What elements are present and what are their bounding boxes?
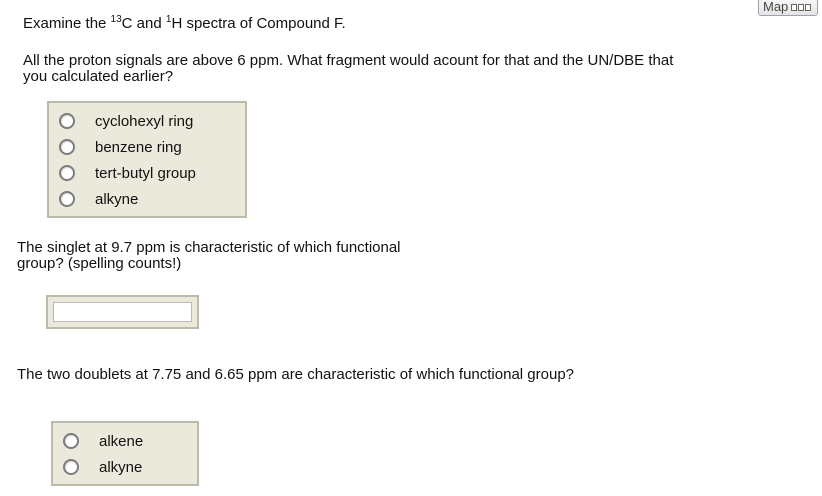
radio-button[interactable] xyxy=(59,165,75,181)
functional-group-input[interactable] xyxy=(53,302,192,322)
fragment-choices: cyclohexyl ring benzene ring tert-butyl … xyxy=(47,101,247,218)
option-label: cyclohexyl ring xyxy=(95,112,194,130)
page: Map Examine the 13C and 1H spectra of Co… xyxy=(0,0,822,496)
radio-button[interactable] xyxy=(59,113,75,129)
radio-button[interactable] xyxy=(59,191,75,207)
radio-button[interactable] xyxy=(63,459,79,475)
fragment-option-alkyne[interactable]: alkyne xyxy=(59,189,138,209)
fragment-option-tert-butyl[interactable]: tert-butyl group xyxy=(59,163,196,183)
answer-input-frame xyxy=(46,295,199,329)
question-fragment-text: All the proton signals are above 6 ppm. … xyxy=(23,53,673,85)
radio-button[interactable] xyxy=(59,139,75,155)
intro-prefix: Examine the xyxy=(23,15,111,32)
fragment-option-benzene[interactable]: benzene ring xyxy=(59,137,182,157)
radio-button[interactable] xyxy=(63,433,79,449)
option-label: alkene xyxy=(99,432,144,450)
doublet-option-alkyne[interactable]: alkyne xyxy=(63,457,142,477)
intro-c-and: C and xyxy=(121,15,166,32)
option-label: tert-butyl group xyxy=(95,164,196,182)
map-icon xyxy=(791,1,813,12)
option-label: alkyne xyxy=(95,190,139,208)
option-label: benzene ring xyxy=(95,138,182,156)
question-singlet-line1: The singlet at 9.7 ppm is characteristic… xyxy=(17,239,401,256)
question-singlet-line2: group? (spelling counts!) xyxy=(17,255,182,272)
superscript-13: 13 xyxy=(110,14,122,25)
question-singlet-text: The singlet at 9.7 ppm is characteristic… xyxy=(17,240,401,272)
map-button[interactable]: Map xyxy=(758,0,818,16)
question-doublets-line1: The two doublets at 7.75 and 6.65 ppm ar… xyxy=(17,366,574,383)
option-label: alkyne xyxy=(99,458,143,476)
question-fragment-line2: you calculated earlier? xyxy=(23,68,174,85)
question-doublets-text: The two doublets at 7.75 and 6.65 ppm ar… xyxy=(17,367,574,383)
map-label: Map xyxy=(763,0,789,14)
question-fragment-line1: All the proton signals are above 6 ppm. … xyxy=(23,52,674,69)
intro-text: Examine the 13C and 1H spectra of Compou… xyxy=(23,14,346,32)
doublet-option-alkene[interactable]: alkene xyxy=(63,431,143,451)
intro-suffix: H spectra of Compound F. xyxy=(171,15,346,32)
doublet-choices: alkene alkyne xyxy=(51,421,199,486)
fragment-option-cyclohexyl[interactable]: cyclohexyl ring xyxy=(59,111,193,131)
